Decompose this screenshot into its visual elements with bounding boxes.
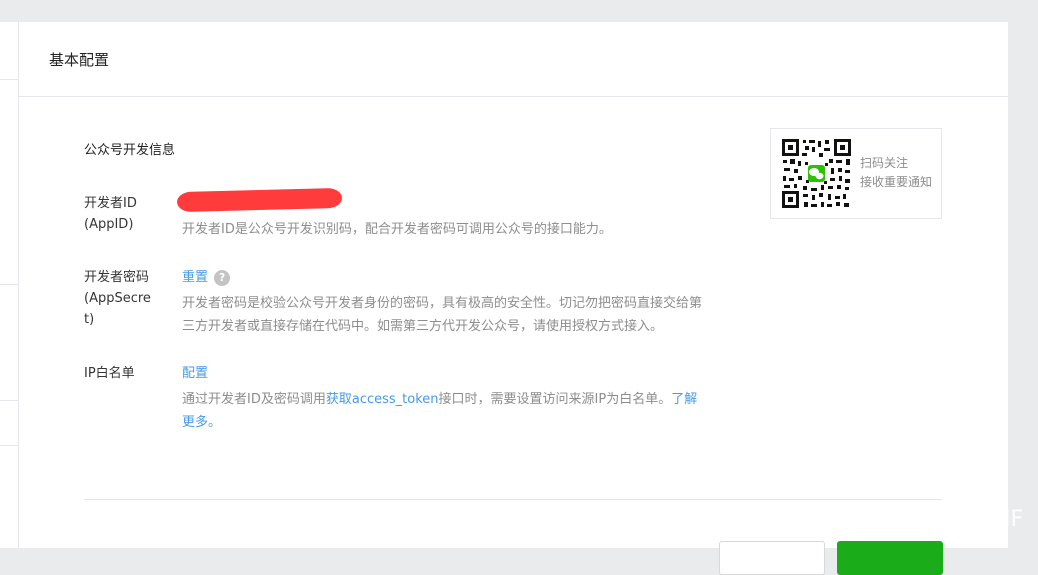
learn-more-link-continued[interactable]: 更多。: [182, 415, 221, 430]
ip-whitelist-description: 通过开发者ID及密码调用获取access_token接口时，需要设置访问来源IP…: [182, 392, 698, 430]
appsecret-label: 开发者密码 (AppSecre t): [84, 270, 151, 327]
secondary-button[interactable]: [719, 541, 825, 575]
appsecret-actions: 重置?: [182, 266, 231, 289]
watermark-text: IF: [1004, 507, 1024, 532]
sidebar-divider: [0, 79, 18, 80]
appid-description: 开发者ID是公众号开发识别码，配合开发者密码可调用公众号的接口能力。: [182, 222, 612, 237]
qr-follow-box: 扫码关注 接收重要通知: [770, 128, 942, 219]
panel-header: 基本配置: [19, 22, 1008, 97]
sidebar-divider: [0, 284, 18, 285]
left-sidebar: [0, 22, 18, 548]
reset-secret-link[interactable]: 重置: [182, 270, 208, 285]
get-access-token-link[interactable]: 获取access_token: [326, 392, 439, 407]
section-title: 公众号开发信息: [84, 143, 176, 158]
basic-config-panel: 基本配置 公众号开发信息 开发者ID (AppID) 开发者ID是公众号开发识别…: [18, 22, 1008, 575]
ip-whitelist-label: IP白名单: [84, 366, 135, 381]
qr-caption: 扫码关注 接收重要通知: [860, 156, 933, 189]
help-icon[interactable]: ?: [214, 269, 231, 286]
primary-button[interactable]: [837, 541, 943, 575]
configure-ip-link[interactable]: 配置: [182, 366, 208, 381]
qr-code-icon: [781, 138, 852, 209]
appsecret-description: 开发者密码是校验公众号开发者身份的密码，具有极高的安全性。切记勿把密码直接交给第…: [182, 296, 703, 334]
learn-more-link[interactable]: 了解: [671, 392, 697, 407]
sidebar-divider: [0, 445, 18, 446]
redacted-appid-value: [176, 187, 343, 213]
section-divider: [84, 499, 942, 500]
ip-whitelist-actions: 配置: [182, 362, 208, 385]
sidebar-divider: [0, 400, 18, 401]
page-title: 基本配置: [49, 50, 110, 69]
appid-label: 开发者ID (AppID): [84, 196, 137, 232]
